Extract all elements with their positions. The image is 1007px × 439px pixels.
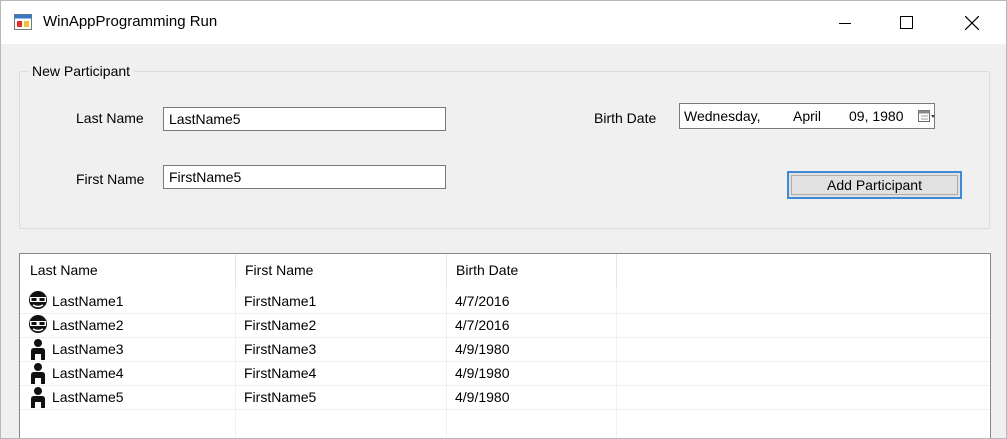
cell-last-name: LastName2 — [52, 317, 124, 333]
add-participant-button[interactable]: Add Participant — [787, 171, 962, 199]
column-header-birth-date[interactable]: Birth Date — [446, 254, 616, 286]
masked-person-icon — [29, 291, 47, 309]
last-name-field[interactable]: LastName5 — [163, 107, 446, 131]
maximize-icon — [899, 16, 913, 29]
cell-first-name: FirstName2 — [244, 317, 317, 333]
cell-first-name: FirstName1 — [244, 293, 317, 309]
cell-last-name: LastName1 — [52, 293, 124, 309]
new-participant-groupbox — [19, 71, 990, 229]
maximize-button[interactable] — [877, 1, 935, 44]
grid-line — [20, 409, 990, 410]
cell-last-name: LastName5 — [52, 389, 124, 405]
cell-first-name: FirstName5 — [244, 389, 317, 405]
minimize-icon — [839, 22, 851, 24]
participants-listview[interactable]: Last Name First Name Birth Date LastName… — [19, 253, 991, 439]
cell-birth-date: 4/9/1980 — [455, 365, 510, 381]
cell-birth-date: 4/7/2016 — [455, 317, 510, 333]
table-row[interactable]: LastName2 FirstName2 4/7/2016 — [20, 313, 990, 337]
date-day-year[interactable]: 09, 1980 — [849, 108, 904, 124]
date-weekday[interactable]: Wednesday, — [684, 108, 761, 124]
cell-first-name: FirstName3 — [244, 341, 317, 357]
title-bar[interactable]: WinAppProgramming Run — [1, 1, 1006, 44]
calendar-dropdown-icon[interactable] — [918, 109, 936, 123]
person-icon — [31, 387, 45, 408]
masked-person-icon — [29, 315, 47, 333]
column-header-first-name[interactable]: First Name — [235, 254, 446, 286]
cell-birth-date: 4/9/1980 — [455, 341, 510, 357]
cell-birth-date: 4/9/1980 — [455, 389, 510, 405]
person-icon — [31, 363, 45, 384]
table-row[interactable]: LastName4 FirstName4 4/9/1980 — [20, 361, 990, 385]
close-icon — [965, 15, 979, 30]
table-row[interactable]: LastName3 FirstName3 4/9/1980 — [20, 337, 990, 361]
date-month[interactable]: April — [793, 108, 821, 124]
table-row[interactable]: LastName1 FirstName1 4/7/2016 — [20, 289, 990, 313]
add-participant-label: Add Participant — [827, 177, 922, 193]
birth-date-label: Birth Date — [594, 110, 657, 126]
cell-last-name: LastName3 — [52, 341, 124, 357]
groupbox-label: New Participant — [29, 63, 134, 79]
minimize-button[interactable] — [816, 1, 874, 44]
cell-last-name: LastName4 — [52, 365, 124, 381]
person-icon — [31, 339, 45, 360]
close-button[interactable] — [943, 1, 1001, 44]
birth-date-picker[interactable]: Wednesday, April 09, 1980 — [679, 103, 935, 129]
window-title: WinAppProgramming Run — [43, 13, 218, 30]
first-name-label: First Name — [76, 171, 145, 187]
table-row[interactable]: LastName5 FirstName5 4/9/1980 — [20, 385, 990, 409]
cell-first-name: FirstName4 — [244, 365, 317, 381]
winforms-app-icon — [14, 14, 32, 30]
column-header-last-name[interactable]: Last Name — [20, 254, 235, 286]
first-name-field[interactable]: FirstName5 — [163, 165, 446, 189]
last-name-label: Last Name — [76, 110, 144, 126]
cell-birth-date: 4/7/2016 — [455, 293, 510, 309]
column-divider[interactable] — [616, 254, 617, 286]
